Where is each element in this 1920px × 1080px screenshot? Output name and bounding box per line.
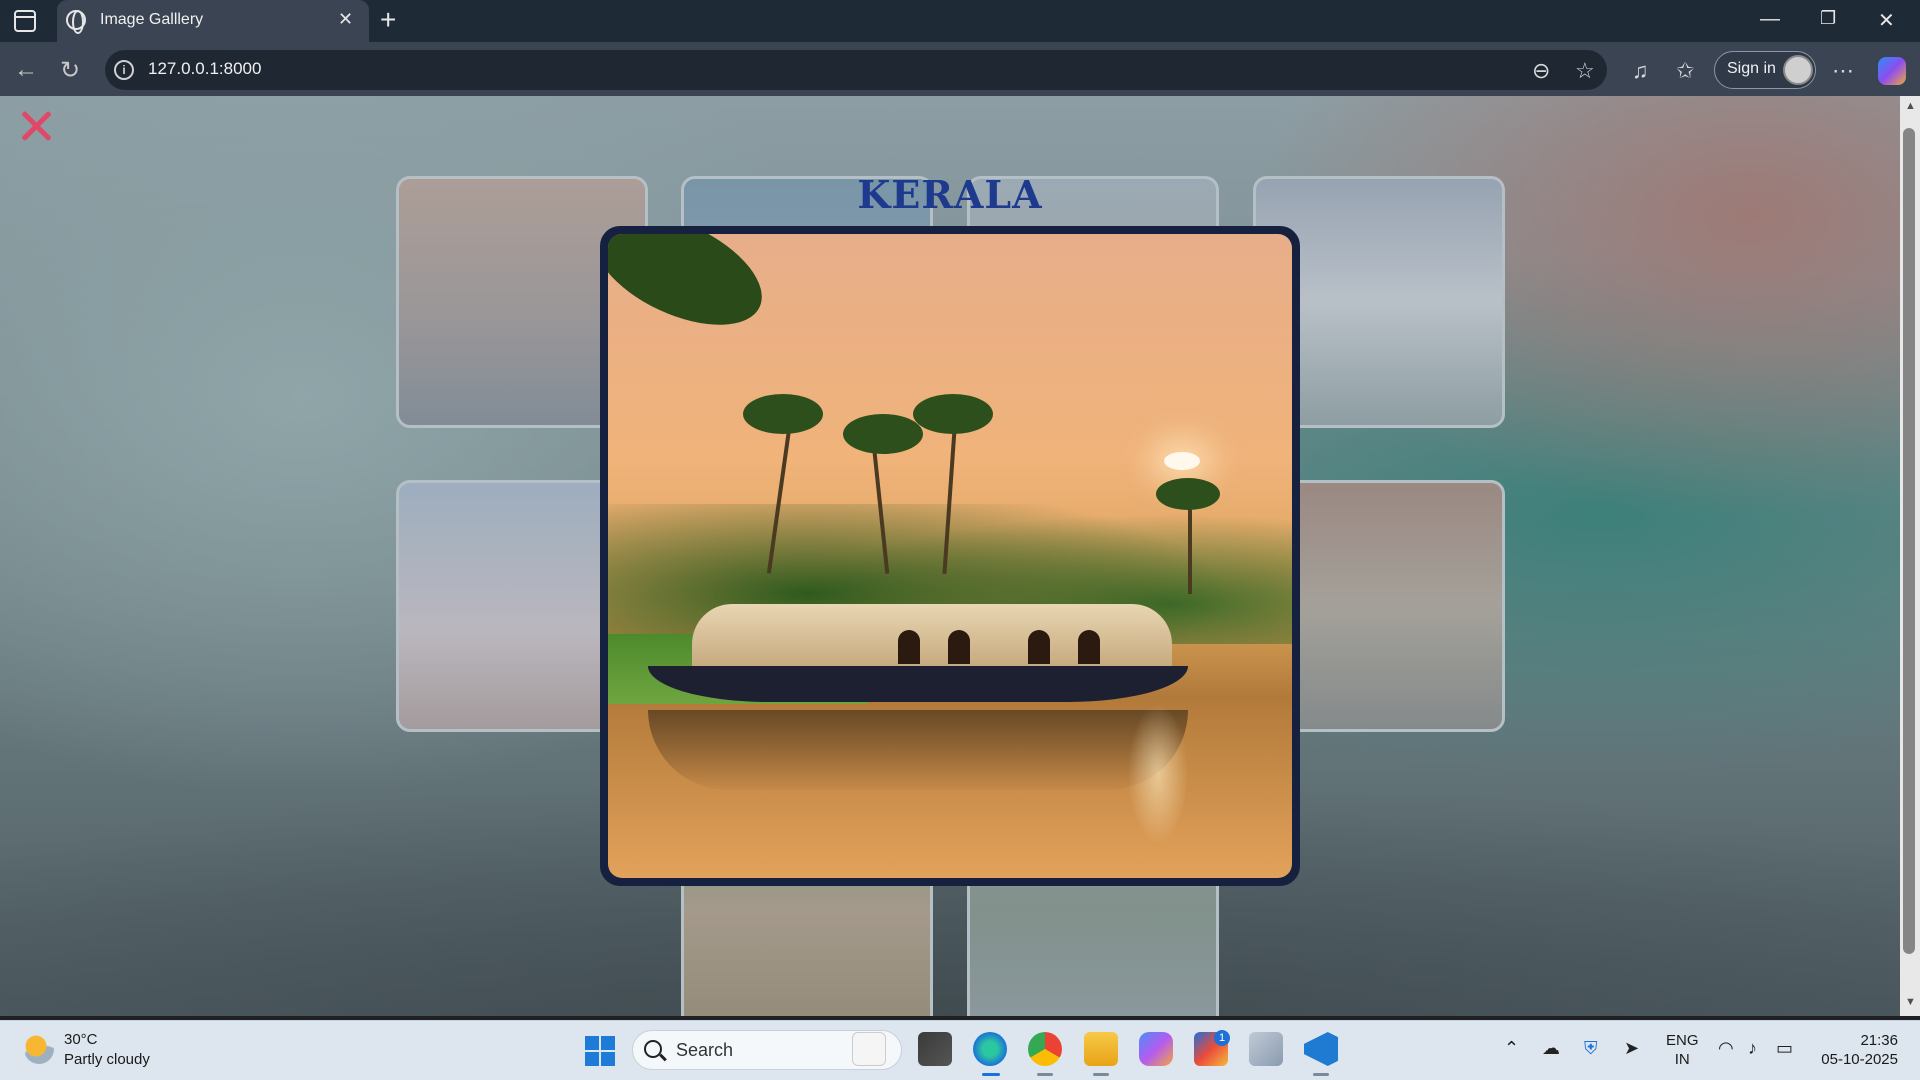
houseboat-hull <box>648 666 1188 702</box>
favorite-star-icon[interactable]: ☆ <box>1575 58 1595 84</box>
vscode-running-indicator <box>1313 1073 1329 1076</box>
security-shield-icon[interactable]: ⛨ <box>1584 1038 1598 1059</box>
sun-glare-on-water <box>1128 704 1188 844</box>
file-explorer-icon[interactable] <box>1084 1032 1118 1066</box>
close-window-icon[interactable]: ✕ <box>1878 8 1895 33</box>
new-tab-icon[interactable]: + <box>380 4 396 36</box>
weather-temperature[interactable]: 30°C <box>64 1031 98 1048</box>
url-text[interactable]: 127.0.0.1:8000 <box>148 59 261 79</box>
zoom-out-icon[interactable]: ⊖ <box>1532 58 1550 84</box>
read-aloud-icon[interactable]: ♫ <box>1632 58 1649 84</box>
onedrive-icon[interactable]: ☁ <box>1542 1038 1560 1059</box>
search-icon <box>644 1040 662 1058</box>
send-icon[interactable]: ➤ <box>1624 1038 1639 1059</box>
favorites-icon[interactable]: ✩ <box>1676 58 1694 84</box>
tab-actions-icon[interactable] <box>14 10 36 32</box>
clock-time: 21:36 <box>1860 1032 1898 1049</box>
clock[interactable]: 21:36 05-10-2025 <box>1818 1031 1898 1069</box>
volume-icon[interactable]: ♪ <box>1748 1038 1757 1059</box>
scrollbar-thumb[interactable] <box>1903 128 1915 954</box>
scroll-down-icon[interactable]: ▼ <box>1905 996 1916 1008</box>
edge-running-indicator <box>982 1073 1000 1076</box>
avatar-icon <box>1783 55 1813 85</box>
store-notification-badge: 1 <box>1214 1030 1230 1046</box>
scroll-up-icon[interactable]: ▲ <box>1905 100 1916 112</box>
site-info-icon[interactable]: i <box>114 60 134 80</box>
sun-shape <box>1164 452 1200 470</box>
language-indicator[interactable]: ENG IN <box>1666 1031 1699 1069</box>
copilot-icon[interactable] <box>1878 57 1906 85</box>
chrome-browser-icon[interactable] <box>1028 1032 1062 1066</box>
search-placeholder: Search <box>676 1040 734 1060</box>
region-code: IN <box>1674 1051 1690 1068</box>
weather-partly-cloudy-icon[interactable] <box>24 1034 54 1064</box>
snipping-tool-icon[interactable] <box>1249 1032 1283 1066</box>
tab-title: Image Galllery <box>100 11 204 28</box>
houseboat-roof <box>692 604 1172 672</box>
url-input[interactable] <box>105 50 1607 90</box>
wifi-icon[interactable]: ◠ <box>1718 1038 1734 1059</box>
task-view-icon[interactable] <box>918 1032 952 1066</box>
more-menu-icon[interactable]: ⋯ <box>1832 58 1854 84</box>
clock-date: 05-10-2025 <box>1821 1051 1898 1068</box>
chrome-running-indicator <box>1037 1073 1053 1076</box>
weather-description[interactable]: Partly cloudy <box>64 1051 150 1068</box>
windows-start-icon[interactable] <box>585 1036 615 1066</box>
close-tab-icon[interactable]: ✕ <box>338 9 353 30</box>
language-code: ENG <box>1666 1032 1699 1049</box>
globe-icon <box>66 10 86 34</box>
battery-icon[interactable]: ▭ <box>1776 1038 1793 1059</box>
close-modal-icon[interactable] <box>20 110 52 142</box>
copilot-app-icon[interactable] <box>1139 1032 1173 1066</box>
search-highlight-icon[interactable] <box>852 1032 886 1066</box>
houseboat-backwaters-image <box>608 234 1292 878</box>
minimize-icon[interactable]: — <box>1760 8 1780 31</box>
modal-title: KERALA <box>857 172 1043 217</box>
sign-in-label: Sign in <box>1727 60 1776 77</box>
explorer-running-indicator <box>1093 1073 1109 1076</box>
water-reflection <box>648 710 1188 790</box>
back-icon[interactable]: ← <box>14 56 38 84</box>
chevron-up-icon[interactable]: ⌃ <box>1504 1038 1519 1059</box>
restore-icon[interactable]: ❐ <box>1820 8 1836 29</box>
refresh-icon[interactable]: ↻ <box>60 56 80 85</box>
modal-image-frame <box>600 226 1300 886</box>
edge-browser-icon[interactable] <box>973 1032 1007 1066</box>
